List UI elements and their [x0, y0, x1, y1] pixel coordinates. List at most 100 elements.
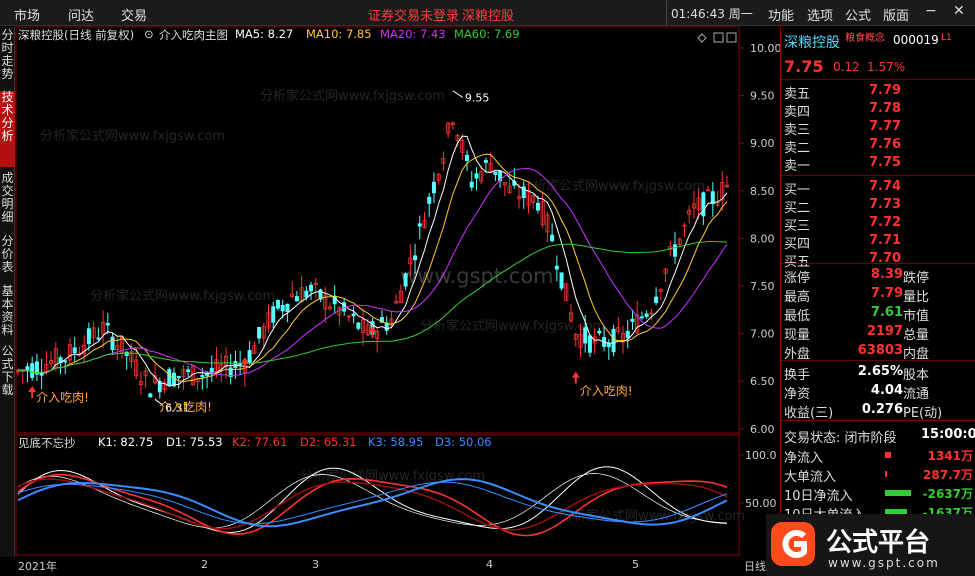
candle-body: [176, 375, 181, 379]
bids-label: 买二: [784, 201, 811, 216]
buy-arrow-icon: [28, 385, 37, 398]
y-tick-label: 9.50: [750, 90, 775, 103]
asks-label: 卖四: [784, 105, 811, 120]
main-chart-frame: [15, 26, 740, 434]
flow-label: 大单流入: [784, 470, 837, 485]
candle-body: [247, 350, 252, 363]
candle-body: [535, 202, 540, 211]
watermark-repeat: 分析家公式网www.fxjgsw.com: [260, 88, 445, 104]
candle-body: [431, 181, 436, 194]
flow-value: 287.7万: [923, 468, 973, 482]
ma5-line: [18, 135, 728, 387]
divider: [781, 360, 975, 361]
candle-body: [474, 173, 479, 179]
stat-value: 7.79: [870, 286, 903, 301]
diamond-icon: [697, 33, 707, 43]
asks-price[interactable]: 7.79: [869, 83, 901, 98]
bids-label: 买三: [784, 219, 811, 234]
fund-label: 收益(三): [784, 406, 834, 421]
candle-body: [583, 327, 588, 344]
stat-label: 最低: [784, 309, 811, 324]
stat-value: 63803: [857, 343, 903, 358]
candle-body: [483, 159, 488, 163]
signal-label: 介入吃肉!: [580, 384, 633, 398]
candle-body: [72, 347, 77, 353]
maximize-icon: [713, 32, 724, 43]
candle-body: [30, 363, 35, 378]
fund-label: 净资: [784, 387, 811, 402]
asks-label: 卖一: [784, 159, 811, 174]
bids-price[interactable]: 7.73: [869, 197, 901, 212]
asks-price[interactable]: 7.77: [869, 119, 901, 134]
candle-body: [550, 234, 555, 242]
candle-body: [625, 330, 630, 339]
candle-body: [606, 343, 611, 348]
y-tick-label: 6.50: [750, 375, 775, 388]
candle-body: [654, 296, 659, 303]
watermark-repeat: 分析家公式网www.fxjgsw.com: [90, 288, 275, 304]
y-tick-label: 6.00: [750, 423, 775, 436]
stat-label-2: 市值: [903, 309, 930, 324]
buy-arrow-icon: [571, 371, 580, 384]
bids-label: 买四: [784, 237, 811, 252]
last-price: 7.75: [784, 57, 824, 76]
flow-label: 10日净流入: [784, 489, 853, 504]
price-change: 0.12: [833, 60, 860, 74]
candle-body: [417, 223, 422, 227]
axis-month-5: 5: [632, 558, 639, 571]
watermark-repeat: 分析家公式网www.fxjgsw.com: [520, 178, 705, 194]
brand-url: www.gspt.com: [828, 556, 940, 570]
candle-body: [105, 323, 110, 326]
asks-price[interactable]: 7.76: [869, 137, 901, 152]
candle-body: [275, 300, 280, 309]
candle-body: [465, 154, 470, 161]
stat-label-2: 跌停: [903, 271, 930, 286]
candle-body: [639, 316, 644, 319]
watermark-repeat: 分析家公式网www.fxjgsw.com: [300, 468, 485, 484]
fund-value: 2.65%: [857, 364, 903, 379]
stat-value: 8.39: [870, 267, 903, 282]
concept-tag[interactable]: 粮食概念: [845, 29, 885, 44]
stat-value: 7.61: [870, 305, 903, 320]
period-label[interactable]: 日线: [744, 558, 766, 574]
bids-price[interactable]: 7.72: [869, 215, 901, 230]
flow-bar: [885, 452, 891, 458]
candle-body: [148, 393, 153, 398]
candle-body: [200, 374, 205, 378]
fund-label-2: 流通: [903, 387, 930, 402]
axis-month-2: 2: [201, 558, 208, 571]
quote-panel: 深粮控股 粮食概念 000019 L1 7.75 0.12 1.57% 卖五 7.…: [780, 27, 975, 557]
candle-body: [280, 305, 285, 312]
asks-price[interactable]: 7.78: [869, 101, 901, 116]
y-tick-label: 7.50: [750, 280, 775, 293]
fund-value: 0.276: [861, 402, 903, 417]
candle-body: [209, 367, 214, 373]
axis-month-4: 4: [486, 558, 493, 571]
fund-label-2: PE(动): [903, 406, 943, 421]
stat-value: 2197: [866, 324, 903, 339]
y-tick-label: 8.50: [750, 185, 775, 198]
candle-body: [257, 327, 262, 339]
bids-price[interactable]: 7.71: [869, 233, 901, 248]
candle-body: [309, 284, 314, 292]
divider: [781, 263, 975, 264]
candle-body: [427, 196, 432, 204]
candle-body: [403, 273, 408, 287]
candle-body: [96, 337, 101, 340]
divider: [781, 79, 975, 80]
candle-body: [271, 306, 276, 323]
ma20-line: [18, 168, 728, 377]
flow-label: 净流入: [784, 451, 824, 466]
trade-status: 交易状态: 闭市阶段: [784, 431, 897, 446]
candles: [15, 121, 730, 399]
asks-label: 卖五: [784, 87, 811, 102]
flow-value: 1341万: [927, 449, 973, 463]
candle-body: [356, 322, 361, 329]
candle-body: [493, 171, 498, 175]
restore-icon: [726, 32, 737, 43]
candle-body: [611, 328, 616, 353]
fund-label-2: 股本: [903, 368, 930, 383]
asks-price[interactable]: 7.75: [869, 155, 901, 170]
axis-year: 2021年: [18, 560, 57, 573]
bids-price[interactable]: 7.74: [869, 179, 901, 194]
